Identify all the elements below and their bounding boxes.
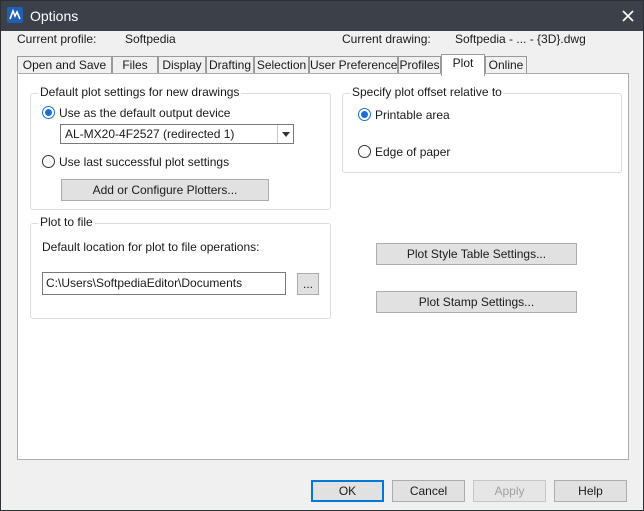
dialog-footer: OK Cancel Apply Help	[1, 461, 643, 511]
current-profile-label: Current profile:	[17, 32, 97, 46]
current-drawing-value: Softpedia - ... - {3D}.dwg	[455, 32, 586, 46]
edge-of-paper-radio[interactable]	[358, 145, 371, 158]
apply-button[interactable]: Apply	[473, 480, 546, 502]
plot-stamp-settings-button[interactable]: Plot Stamp Settings...	[376, 291, 577, 313]
plot-style-table-settings-button[interactable]: Plot Style Table Settings...	[376, 243, 577, 265]
last-successful-label: Use last successful plot settings	[59, 155, 230, 169]
printable-area-radio[interactable]	[358, 108, 371, 121]
plot-offset-group: Specify plot offset relative to Printabl…	[342, 85, 622, 173]
default-plot-settings-group: Default plot settings for new drawings U…	[30, 85, 331, 210]
default-device-radio[interactable]	[42, 106, 55, 119]
plot-to-file-title: Plot to file	[38, 215, 95, 229]
title-bar[interactable]: Options	[1, 1, 643, 31]
help-button[interactable]: Help	[554, 480, 627, 502]
plot-to-file-group: Plot to file Default location for plot t…	[30, 215, 331, 319]
close-icon	[622, 10, 634, 22]
printable-area-label: Printable area	[375, 108, 450, 122]
plot-tab-panel: Default plot settings for new drawings U…	[17, 73, 629, 460]
output-device-value: AL-MX20-4F2527 (redirected 1)	[65, 127, 235, 141]
window-title: Options	[30, 8, 79, 24]
ok-button[interactable]: OK	[311, 480, 384, 502]
current-drawing-label: Current drawing:	[342, 32, 431, 46]
plot-file-location-value: C:\Users\SoftpediaEditor\Documents	[46, 276, 243, 290]
add-configure-plotters-button[interactable]: Add or Configure Plotters...	[61, 179, 269, 201]
options-window: Options Current profile: Softpedia Curre…	[0, 0, 644, 511]
last-successful-radio[interactable]	[42, 155, 55, 168]
autocad-icon	[7, 7, 23, 23]
default-plot-settings-title: Default plot settings for new drawings	[38, 85, 242, 99]
plot-file-location-label: Default location for plot to file operat…	[42, 240, 260, 254]
close-button[interactable]	[613, 1, 643, 31]
cancel-button[interactable]: Cancel	[392, 480, 465, 502]
edge-of-paper-label: Edge of paper	[375, 145, 451, 159]
default-device-label: Use as the default output device	[59, 106, 231, 120]
browse-button[interactable]: ...	[297, 273, 319, 295]
output-device-select[interactable]: AL-MX20-4F2527 (redirected 1)	[60, 124, 294, 144]
plot-file-location-input[interactable]: C:\Users\SoftpediaEditor\Documents	[42, 272, 286, 295]
plot-offset-title: Specify plot offset relative to	[350, 85, 504, 99]
chevron-down-icon[interactable]	[277, 125, 293, 143]
tab-plot[interactable]: Plot	[441, 54, 485, 76]
current-profile-value: Softpedia	[125, 32, 176, 46]
